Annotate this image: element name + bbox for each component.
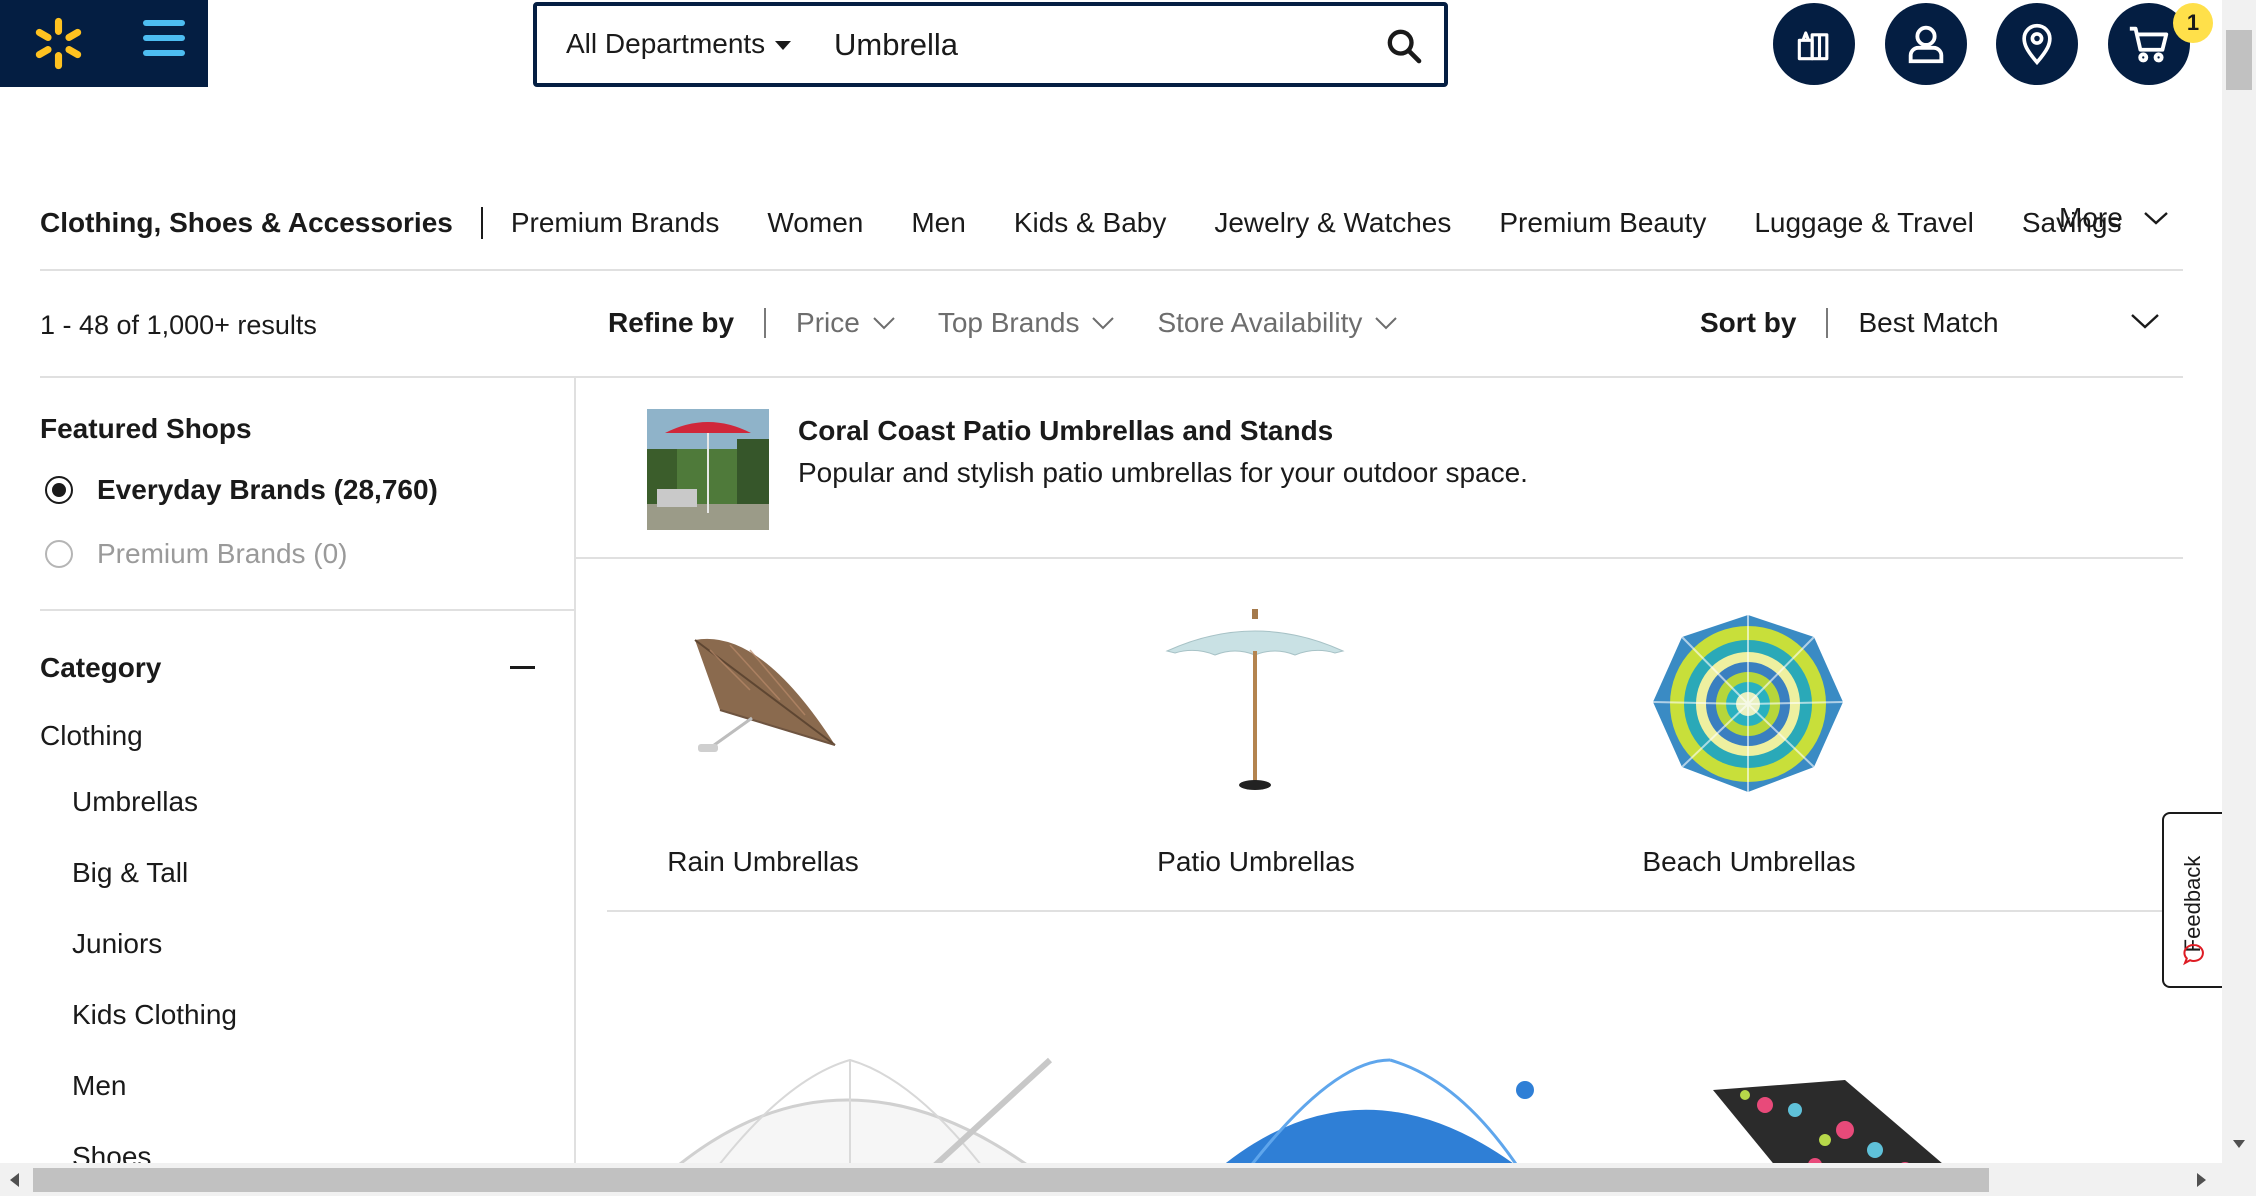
banner-description: Popular and stylish patio umbrellas for … (798, 457, 1528, 488)
featured-option-label: Everyday Brands (28,760) (97, 474, 438, 505)
featured-option-premium-brands[interactable]: Premium Brands (0) (45, 538, 348, 570)
filter-price[interactable]: Price (796, 307, 896, 339)
chevron-down-icon (873, 317, 895, 330)
walmart-spark-icon[interactable] (30, 15, 87, 72)
feedback-label: Feedback (2180, 855, 2205, 953)
feedback-tab[interactable]: Feedback (2162, 812, 2222, 988)
location-pin-icon (2022, 23, 2052, 66)
horizontal-scroll-thumb[interactable] (33, 1168, 1989, 1192)
nav-item-women[interactable]: Women (767, 207, 863, 239)
collapse-minus-icon[interactable] (510, 666, 535, 669)
nav-item-men[interactable]: Men (911, 207, 965, 239)
sort-control[interactable]: Sort by Best Match (1700, 307, 1999, 339)
chevron-down-icon (1092, 317, 1115, 330)
nav-more-label: More (2059, 202, 2123, 233)
account-icon (1908, 25, 1944, 64)
nav-more-button[interactable]: More (2059, 202, 2169, 234)
radio-unselected-icon[interactable] (45, 540, 73, 568)
category-nav: Clothing, Shoes & Accessories Premium Br… (40, 200, 2169, 246)
vertical-scroll-thumb[interactable] (2226, 30, 2252, 90)
nav-item-jewelry-watches[interactable]: Jewelry & Watches (1214, 207, 1451, 239)
divider (40, 609, 575, 611)
department-select[interactable]: All Departments (566, 28, 792, 60)
product-image-paisley-umbrella[interactable] (1705, 1080, 1985, 1163)
nav-item-luggage-travel[interactable]: Luggage & Travel (1754, 207, 1974, 239)
nav-item-kids-baby[interactable]: Kids & Baby (1014, 207, 1167, 239)
search-bar: All Departments (533, 2, 1448, 87)
refine-bar: Refine by Price Top Brands Store Availab… (608, 307, 1440, 339)
sort-divider (1826, 308, 1829, 338)
cart-count-badge: 1 (2173, 3, 2213, 43)
subcategory-men[interactable]: Men (72, 1070, 126, 1102)
department-label: All Departments (566, 28, 766, 59)
registry-gift-icon (1797, 31, 1829, 61)
tile-label-rain-umbrellas[interactable]: Rain Umbrellas (613, 846, 913, 878)
featured-shops-title: Featured Shops (40, 413, 252, 444)
horizontal-scrollbar[interactable] (0, 1163, 2256, 1196)
filter-label: Top Brands (937, 307, 1080, 338)
divider (40, 269, 2183, 271)
filter-store-availability[interactable]: Store Availability (1157, 307, 1398, 339)
featured-option-label: Premium Brands (0) (97, 538, 348, 569)
category-title: Category (40, 652, 162, 683)
subcategory-juniors[interactable]: Juniors (72, 928, 162, 960)
registry-button[interactable] (1773, 3, 1855, 85)
sidebar-divider (574, 377, 576, 1163)
product-image-blue-umbrella[interactable] (1180, 1040, 1560, 1163)
caret-down-icon (775, 41, 792, 51)
divider (576, 557, 2183, 559)
patio-umbrella-image[interactable] (1165, 605, 1345, 795)
vertical-scrollbar[interactable] (2222, 0, 2256, 1163)
chevron-down-icon (1375, 317, 1398, 330)
scroll-left-arrow-icon[interactable] (10, 1173, 19, 1187)
divider (607, 910, 2183, 912)
account-button[interactable] (1885, 3, 1967, 85)
divider (40, 376, 2183, 378)
radio-selected-icon[interactable] (45, 476, 73, 504)
sort-value: Best Match (1858, 307, 1999, 338)
refine-divider (764, 308, 767, 338)
cart-icon (2129, 26, 2169, 63)
category-root-clothing[interactable]: Clothing (40, 720, 143, 752)
filter-top-brands[interactable]: Top Brands (938, 307, 1116, 339)
chevron-down-icon (2143, 212, 2168, 225)
subcategory-big-tall[interactable]: Big & Tall (72, 857, 188, 889)
tile-label-patio-umbrellas[interactable]: Patio Umbrellas (1106, 846, 1406, 878)
nav-divider (480, 207, 483, 239)
results-count: 1 - 48 of 1,000+ results (40, 310, 317, 340)
nav-item-premium-beauty[interactable]: Premium Beauty (1499, 207, 1706, 239)
subcategory-kids-clothing[interactable]: Kids Clothing (72, 999, 237, 1031)
refine-label: Refine by (608, 307, 735, 338)
category-current[interactable]: Clothing, Shoes & Accessories (40, 207, 453, 239)
scroll-right-arrow-icon[interactable] (2197, 1173, 2206, 1187)
product-image-clear-umbrella[interactable] (640, 1040, 1070, 1163)
search-icon[interactable] (1384, 26, 1424, 66)
filter-label: Price (796, 307, 860, 338)
store-locator-button[interactable] (1996, 3, 2078, 85)
scroll-down-arrow-icon[interactable] (2233, 1140, 2245, 1148)
banner-image[interactable] (647, 409, 769, 530)
chevron-down-icon[interactable] (2130, 312, 2160, 330)
nav-item-premium-brands[interactable]: Premium Brands (511, 207, 720, 239)
beach-umbrella-image[interactable] (1648, 612, 1848, 797)
hamburger-icon[interactable] (143, 20, 185, 66)
rain-umbrella-image[interactable] (690, 630, 840, 760)
featured-option-everyday-brands[interactable]: Everyday Brands (28,760) (45, 474, 438, 506)
filter-label: Store Availability (1157, 307, 1363, 338)
subcategory-umbrellas[interactable]: Umbrellas (72, 786, 198, 818)
sort-label: Sort by (1700, 307, 1797, 338)
search-input[interactable] (834, 22, 1354, 68)
chat-bubble-icon (2183, 944, 2204, 966)
header-logo-block (0, 0, 208, 87)
tile-label-beach-umbrellas[interactable]: Beach Umbrellas (1599, 846, 1899, 878)
banner-title[interactable]: Coral Coast Patio Umbrellas and Stands (798, 415, 1333, 447)
